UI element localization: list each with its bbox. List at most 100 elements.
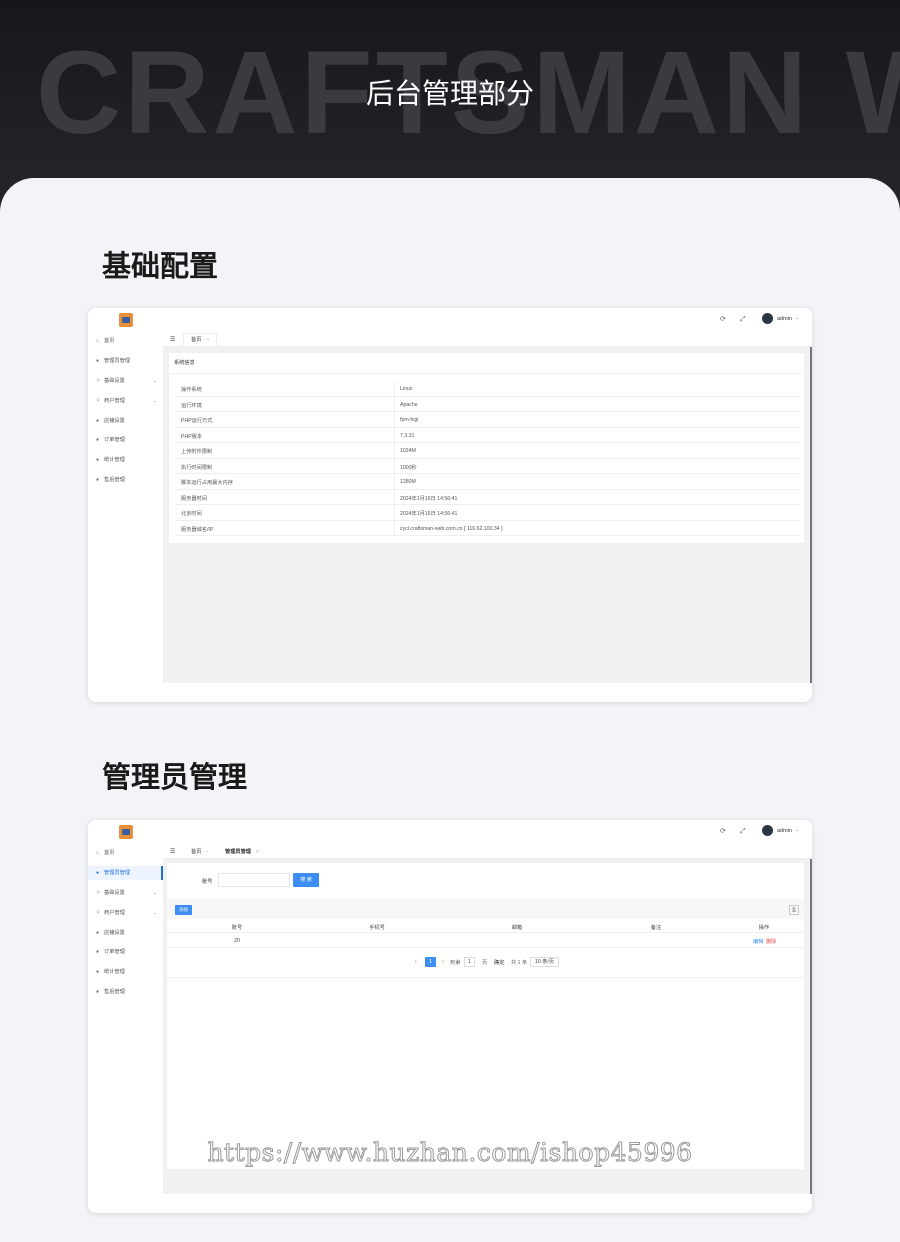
avatar[interactable] bbox=[762, 313, 773, 324]
info-key: PHP运行方式 bbox=[181, 418, 213, 424]
menu-toggle-icon[interactable]: ☰ bbox=[170, 336, 175, 343]
info-key: 上传附件限制 bbox=[181, 449, 213, 455]
page-size-select[interactable]: 10 条/页 bbox=[530, 957, 559, 967]
tab-bar: ☰ 首页 × bbox=[163, 332, 812, 347]
sidebar-item-home[interactable]: ⌂ 首页 bbox=[88, 846, 163, 860]
system-info-table: 操作系统 Linux 运行环境 Apache PHP运行方式 fpm-fcgi PHP版本 7… bbox=[175, 381, 799, 536]
table-row: 运行环境 Apache bbox=[175, 396, 799, 412]
sidebar-item-admins[interactable]: ● 管理员管理 bbox=[88, 866, 163, 880]
home-icon: ⌂ bbox=[96, 850, 100, 856]
section-title-basic-config: 基础配置 bbox=[102, 249, 219, 283]
refresh-icon[interactable]: ⟳ bbox=[720, 828, 726, 835]
close-icon[interactable]: × bbox=[206, 337, 209, 343]
print-icon[interactable]: ⎙ bbox=[789, 905, 799, 915]
fullscreen-icon[interactable]: ⤢ bbox=[740, 316, 746, 323]
user-icon: ● bbox=[96, 989, 100, 995]
info-key: 脚本运行占用最大内存 bbox=[181, 480, 233, 486]
info-key: 执行时间限制 bbox=[181, 464, 213, 471]
confirm-button[interactable]: 确定 bbox=[494, 959, 504, 966]
info-key: 北京时间 bbox=[181, 511, 202, 517]
divider bbox=[169, 373, 804, 374]
tab-home[interactable]: 首页 × bbox=[183, 333, 218, 346]
table-row: 北京时间 2024年1月16日 14:56:41 bbox=[175, 505, 799, 521]
info-value: Linux bbox=[400, 386, 413, 392]
search-label: 账号 bbox=[202, 879, 213, 885]
table-row: 操作系统 Linux bbox=[175, 381, 799, 397]
info-value: 1000秒 bbox=[400, 464, 417, 471]
fullscreen-icon[interactable]: ⤢ bbox=[740, 828, 746, 835]
column-divider bbox=[394, 505, 395, 520]
user-icon: ● bbox=[96, 457, 100, 463]
sidebar-item-merchants[interactable]: ⚐ 商户管理 ⌄ bbox=[88, 906, 163, 920]
sidebar-item-basic-settings[interactable]: ⚐ 基础设置 ⌄ bbox=[88, 374, 163, 388]
add-admin-button[interactable]: 添加 bbox=[175, 905, 192, 915]
sidebar-item-home[interactable]: ⌂ 首页 bbox=[88, 334, 163, 348]
page-input[interactable]: 1 bbox=[464, 957, 475, 967]
user-name[interactable]: admin bbox=[777, 316, 792, 322]
column-divider bbox=[394, 520, 395, 535]
column-divider bbox=[394, 381, 395, 396]
scrollbar[interactable] bbox=[810, 347, 812, 683]
user-icon: ● bbox=[96, 870, 100, 876]
table-header: 账号 手机号 邮箱 备注 操作 bbox=[167, 920, 804, 933]
menu-toggle-icon[interactable]: ☰ bbox=[170, 848, 175, 855]
chevron-down-icon: ⌄ bbox=[152, 378, 157, 384]
flag-icon: ⚐ bbox=[96, 378, 101, 384]
info-value: 1024M bbox=[400, 448, 416, 454]
column-divider bbox=[394, 489, 395, 504]
tab-home[interactable]: 首页 › bbox=[183, 845, 217, 858]
page-current[interactable]: 1 bbox=[425, 957, 436, 967]
pagination: ‹ 1 › 到第 1 页 确定 共 1 条 10 条/页 bbox=[167, 957, 804, 969]
flag-icon: ⚐ bbox=[96, 398, 101, 404]
screenshot-basic-config: ⟳ ⤢ admin ⌄ ⌂ 首页 ● 管理员管理 ⚐ 基础设置 ⌄ ⚐ 商户管理 ⌄ ● 店铺… bbox=[88, 308, 812, 702]
column-header: 邮箱 bbox=[511, 925, 523, 931]
table-row: 执行时间限制 1000秒 bbox=[175, 458, 799, 474]
sidebar-item-orders[interactable]: ● 订单管理 bbox=[88, 433, 163, 447]
chevron-down-icon[interactable]: ⌄ bbox=[795, 827, 799, 833]
table-row: 服务器时间 2024年1月16日 14:56:41 bbox=[175, 489, 799, 505]
sidebar-item-basic-settings[interactable]: ⚐ 基础设置 ⌄ bbox=[88, 886, 163, 900]
user-icon: ● bbox=[96, 969, 100, 975]
next-page-icon[interactable]: › bbox=[442, 959, 444, 965]
column-header: 账号 bbox=[231, 925, 243, 931]
user-icon: ● bbox=[96, 418, 100, 424]
info-value: Apache bbox=[400, 401, 418, 408]
main-content: 系统信息 操作系统 Linux 运行环境 Apache PHP运行方式 fpm-fcgi P… bbox=[163, 347, 812, 683]
sidebar-item-shop-settings[interactable]: ● 店铺设置 bbox=[88, 926, 163, 940]
sidebar-item-statistics[interactable]: ● 统计管理 bbox=[88, 965, 163, 979]
refresh-icon[interactable]: ⟳ bbox=[720, 316, 726, 323]
delete-button[interactable]: 删除 bbox=[766, 938, 776, 945]
sidebar-item-merchants[interactable]: ⚐ 商户管理 ⌄ bbox=[88, 394, 163, 408]
admin-list-panel: 账号 搜 索 添加 ⎙ 账号 手机号 邮箱 备注 操作 20 编辑 删除 ‹ 1… bbox=[167, 863, 804, 1169]
top-bar: ⟳ ⤢ admin ⌄ bbox=[88, 308, 812, 332]
table-row: 上传附件限制 1024M bbox=[175, 443, 799, 459]
search-input[interactable] bbox=[218, 873, 290, 887]
close-icon[interactable]: › bbox=[206, 849, 208, 855]
tab-admin-management[interactable]: 管理员管理 × bbox=[217, 845, 267, 858]
table-row: PHP版本 7.3.31 bbox=[175, 427, 799, 443]
table-row[interactable]: 20 编辑 删除 bbox=[167, 934, 804, 948]
sidebar-item-orders[interactable]: ● 订单管理 bbox=[88, 945, 163, 959]
info-value: 1280M bbox=[400, 479, 416, 485]
edit-button[interactable]: 编辑 bbox=[753, 938, 763, 945]
sidebar-item-admins[interactable]: ● 管理员管理 bbox=[88, 354, 163, 368]
user-name[interactable]: admin bbox=[777, 828, 792, 834]
prev-page-icon[interactable]: ‹ bbox=[415, 959, 417, 965]
column-header: 操作 bbox=[758, 925, 770, 931]
sidebar-item-shop-settings[interactable]: ● 店铺设置 bbox=[88, 414, 163, 428]
cell-account: 20 bbox=[234, 938, 240, 944]
sidebar-item-after-sales[interactable]: ● 售后管理 bbox=[88, 985, 163, 999]
sidebar-item-statistics[interactable]: ● 统计管理 bbox=[88, 453, 163, 467]
info-value: zycl.craftsman-web.com.cn [ 116.62.100.3… bbox=[400, 525, 503, 532]
avatar[interactable] bbox=[762, 825, 773, 836]
info-value: 2024年1月16日 14:56:41 bbox=[400, 495, 458, 502]
search-button[interactable]: 搜 索 bbox=[293, 873, 319, 887]
logo-icon bbox=[119, 825, 133, 839]
sidebar-item-after-sales[interactable]: ● 售后管理 bbox=[88, 473, 163, 487]
info-key: 运行环境 bbox=[181, 402, 202, 409]
chevron-down-icon[interactable]: ⌄ bbox=[795, 315, 799, 321]
close-icon[interactable]: × bbox=[256, 849, 259, 855]
column-divider bbox=[394, 443, 395, 458]
section-title-admin-management: 管理员管理 bbox=[102, 760, 248, 794]
column-divider bbox=[394, 458, 395, 473]
